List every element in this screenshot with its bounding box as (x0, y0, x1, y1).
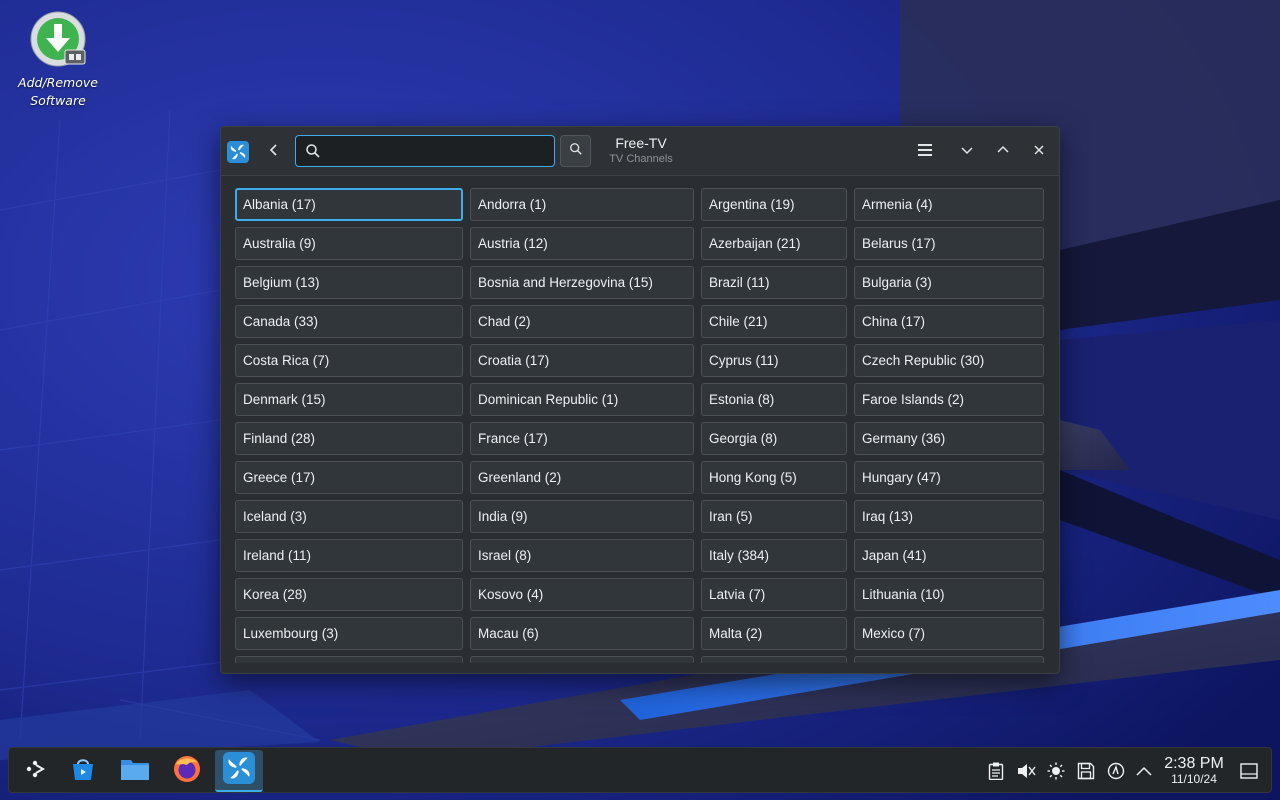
search-field[interactable] (295, 135, 555, 167)
country-button[interactable]: Brazil (11) (701, 266, 847, 299)
country-button[interactable]: Hong Kong (5) (701, 461, 847, 494)
brightness-icon[interactable] (1045, 760, 1067, 782)
country-button[interactable]: Greece (17) (235, 461, 463, 494)
country-button[interactable]: Latvia (7) (701, 578, 847, 611)
show-desktop-icon[interactable] (1238, 760, 1260, 782)
software-install-icon (29, 10, 87, 68)
window-title-block: Free-TV TV Channels (591, 135, 691, 167)
country-button[interactable]: Ireland (11) (235, 539, 463, 572)
country-grid-scroll[interactable]: Albania (17) Andorra (1) Argentina (19) Arm… (221, 177, 1059, 663)
country-button[interactable]: Dominican Republic (1) (470, 383, 694, 416)
maximize-button[interactable] (988, 137, 1018, 167)
clipboard-icon[interactable] (985, 760, 1007, 782)
show-hidden-icon[interactable] (1133, 760, 1155, 782)
country-button[interactable]: Croatia (17) (470, 344, 694, 377)
taskbar: 2:38 PM 11/10/24 (8, 747, 1272, 793)
chevron-left-icon (267, 143, 281, 162)
country-button[interactable]: Lithuania (10) (854, 578, 1044, 611)
window-title: Free-TV (615, 135, 667, 151)
country-button[interactable]: Finland (28) (235, 422, 463, 455)
taskbar-firefox[interactable] (165, 750, 209, 792)
country-button[interactable]: Iran (5) (701, 500, 847, 533)
country-button[interactable] (701, 656, 847, 663)
country-button[interactable]: Korea (28) (235, 578, 463, 611)
taskbar-freetv[interactable] (215, 750, 263, 792)
country-button[interactable]: Belgium (13) (235, 266, 463, 299)
clock-date: 11/10/24 (1171, 772, 1217, 786)
clock[interactable]: 2:38 PM 11/10/24 (1159, 754, 1229, 786)
chevron-up-icon (996, 143, 1010, 162)
network-icon[interactable] (1105, 760, 1127, 782)
desktop-icon-label: Add/Remove Software (18, 75, 98, 108)
country-button[interactable]: Bulgaria (3) (854, 266, 1044, 299)
country-button[interactable]: France (17) (470, 422, 694, 455)
chevron-down-icon (960, 143, 974, 162)
minimize-button[interactable] (952, 137, 982, 167)
window-titlebar[interactable]: Free-TV TV Channels (221, 127, 1059, 176)
country-button[interactable] (854, 656, 1044, 663)
country-button[interactable]: Armenia (4) (854, 188, 1044, 221)
country-button[interactable]: Italy (384) (701, 539, 847, 572)
country-button[interactable]: Luxembourg (3) (235, 617, 463, 650)
search-input[interactable] (322, 138, 548, 163)
country-button[interactable]: Czech Republic (30) (854, 344, 1044, 377)
country-button[interactable] (470, 656, 694, 663)
country-button[interactable]: Chile (21) (701, 305, 847, 338)
country-button[interactable]: Japan (41) (854, 539, 1044, 572)
app-launcher-button[interactable] (13, 750, 57, 792)
firefox-icon (172, 754, 202, 789)
country-button[interactable]: Greenland (2) (470, 461, 694, 494)
country-button[interactable]: Costa Rica (7) (235, 344, 463, 377)
hamburger-menu-icon (918, 143, 932, 161)
clock-time: 2:38 PM (1164, 755, 1224, 772)
country-button[interactable]: Chad (2) (470, 305, 694, 338)
country-button[interactable]: Malta (2) (701, 617, 847, 650)
search-icon (305, 143, 321, 159)
country-button[interactable]: Macau (6) (470, 617, 694, 650)
freetv-window: Free-TV TV Channels Albania (17) Andorra … (220, 126, 1060, 674)
country-button[interactable]: Estonia (8) (701, 383, 847, 416)
window-subtitle: TV Channels (609, 153, 673, 165)
close-button[interactable] (1024, 137, 1054, 167)
back-button[interactable] (259, 137, 289, 167)
country-button[interactable]: Iceland (3) (235, 500, 463, 533)
country-button[interactable]: Austria (12) (470, 227, 694, 260)
app-launcher-icon (22, 756, 48, 787)
country-button[interactable]: Bosnia and Herzegovina (15) (470, 266, 694, 299)
taskbar-files[interactable] (113, 750, 157, 792)
search-icon (569, 142, 583, 161)
country-button[interactable]: China (17) (854, 305, 1044, 338)
country-button[interactable]: Hungary (47) (854, 461, 1044, 494)
country-button[interactable]: Georgia (8) (701, 422, 847, 455)
country-button[interactable]: India (9) (470, 500, 694, 533)
country-button[interactable]: Iraq (13) (854, 500, 1044, 533)
country-button[interactable]: Cyprus (11) (701, 344, 847, 377)
country-button[interactable]: Kosovo (4) (470, 578, 694, 611)
discover-store-icon (69, 755, 97, 788)
country-grid: Albania (17) Andorra (1) Argentina (19) Arm… (235, 188, 1044, 663)
country-button[interactable]: Israel (8) (470, 539, 694, 572)
country-button[interactable]: Azerbaijan (21) (701, 227, 847, 260)
close-icon (1033, 143, 1045, 161)
country-button[interactable]: Canada (33) (235, 305, 463, 338)
folder-icon (120, 756, 150, 787)
freetv-logo-icon (227, 141, 249, 163)
country-button[interactable] (235, 656, 463, 663)
country-button[interactable]: Australia (9) (235, 227, 463, 260)
country-button[interactable]: Belarus (17) (854, 227, 1044, 260)
country-button[interactable]: Denmark (15) (235, 383, 463, 416)
taskbar-discover[interactable] (61, 750, 105, 792)
country-button[interactable]: Mexico (7) (854, 617, 1044, 650)
country-button[interactable]: Andorra (1) (470, 188, 694, 221)
search-button[interactable] (560, 135, 591, 167)
freetv-logo-icon (223, 751, 255, 789)
storage-icon[interactable] (1075, 760, 1097, 782)
desktop-icon-add-remove-software[interactable]: Add/Remove Software (14, 10, 102, 110)
country-button[interactable]: Germany (36) (854, 422, 1044, 455)
menu-button[interactable] (910, 137, 940, 167)
volume-muted-icon[interactable] (1015, 760, 1037, 782)
country-button[interactable]: Faroe Islands (2) (854, 383, 1044, 416)
country-button[interactable]: Argentina (19) (701, 188, 847, 221)
country-button[interactable]: Albania (17) (235, 188, 463, 221)
